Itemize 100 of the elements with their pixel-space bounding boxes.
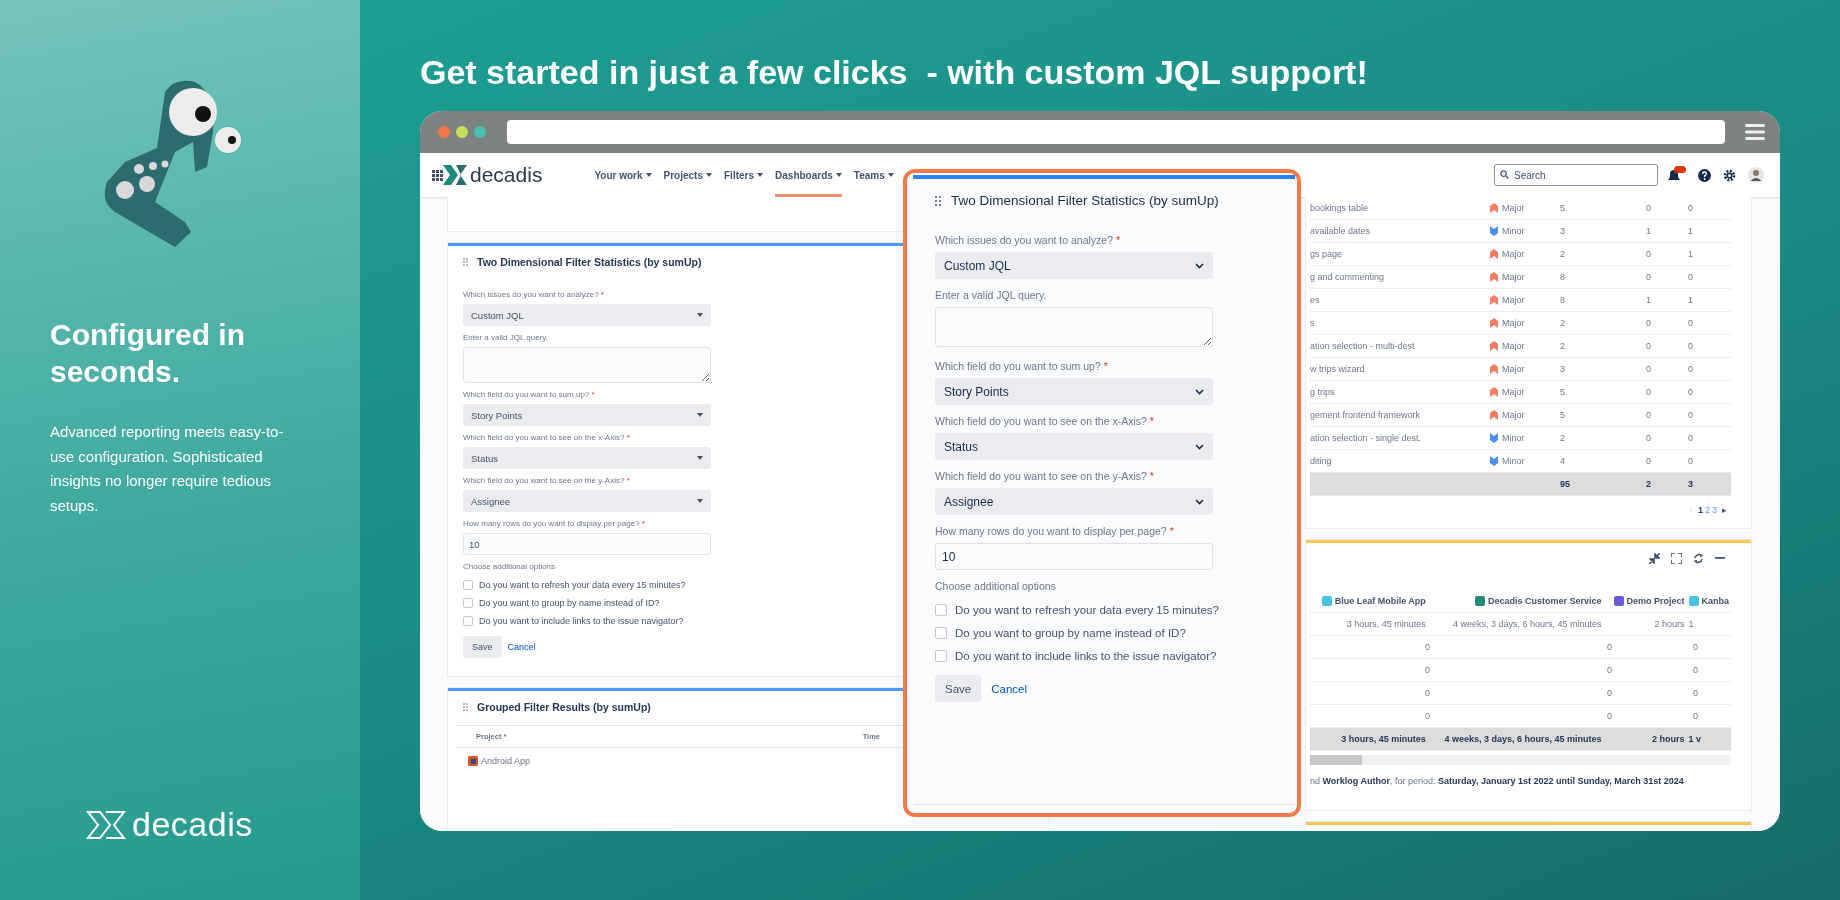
search-icon [1500, 170, 1509, 179]
chevron-down-icon [1195, 388, 1204, 395]
table-cell-text: 0 [1688, 433, 1694, 443]
table-cell-text: 2 [1560, 433, 1566, 443]
search-field[interactable]: Search [1494, 164, 1658, 186]
table-cell-text: 95 [1560, 479, 1571, 489]
caret-icon [697, 413, 703, 417]
cancel-link[interactable]: Cancel [991, 682, 1028, 695]
dropdown[interactable]: Story Points [935, 378, 1213, 405]
checkbox-label: Do you want to group by name instead of ID? [479, 598, 660, 608]
input-field[interactable]: 10 [935, 543, 1213, 570]
table-cell-text: 2 [1560, 318, 1566, 328]
field-label: Which field do you want to see on the x-Axis? * [463, 433, 630, 442]
text-area[interactable] [463, 347, 711, 383]
table-cell: Major [1502, 295, 1525, 305]
checkbox[interactable] [935, 626, 947, 639]
caret-icon [757, 173, 764, 177]
table-cell-text: 1 v [1687, 734, 1703, 744]
save-button[interactable]: Save [935, 675, 982, 702]
column-header[interactable]: Kanba [1701, 596, 1730, 606]
checkbox[interactable] [463, 580, 473, 590]
chevron-down-icon [1195, 443, 1204, 450]
checkbox[interactable] [935, 649, 947, 662]
dropdown[interactable]: Status [935, 433, 1213, 460]
app-grid-icon[interactable] [432, 169, 443, 181]
checkbox-label: Do you want to include links to the issue navigator? [479, 616, 684, 626]
settings-icon[interactable] [1723, 168, 1736, 182]
table-cell-text: 1 [1688, 295, 1694, 305]
checkbox-label: Do you want to include links to the issue navigator? [955, 649, 1217, 662]
priority-down-icon [1490, 456, 1498, 466]
column-header[interactable]: Blue Leaf Mobile App [1334, 596, 1426, 606]
dropdown[interactable]: Assignee [463, 490, 711, 512]
table-cell-text: 4 [1560, 456, 1566, 466]
save-button[interactable]: Save [463, 636, 502, 658]
dropdown[interactable]: Custom JQL [935, 252, 1213, 279]
caret-icon [887, 173, 894, 177]
priority-up-icon [1490, 249, 1498, 259]
shrink-icon[interactable] [1649, 553, 1660, 564]
logo-icon [86, 809, 126, 840]
table-cell-text: 0 [1692, 665, 1698, 675]
table-cell-text: s [1310, 318, 1316, 328]
priority-down-icon [1490, 226, 1498, 236]
chevron-down-icon [1195, 498, 1204, 505]
table-cell-text: g and commenting [1310, 272, 1386, 282]
dropdown[interactable]: Assignee [935, 488, 1213, 515]
table-cell-text: 0 [1424, 711, 1430, 721]
column-header[interactable]: Demo Project [1626, 596, 1685, 606]
table-cell-text: 0 [1646, 387, 1652, 397]
refresh-icon[interactable] [1693, 553, 1704, 564]
minimize-icon[interactable] [1715, 557, 1725, 560]
horizontal-scrollbar[interactable] [1310, 755, 1731, 765]
table-cell-text: 0 [1646, 341, 1652, 351]
table-cell-text: gs page [1310, 249, 1344, 259]
window-controls-icon[interactable] [437, 125, 487, 139]
checkbox[interactable] [463, 598, 473, 608]
field-label: How many rows do you want to display per page? * [463, 519, 645, 528]
table-cell-text: 0 [1646, 203, 1652, 213]
priority-up-icon [1490, 387, 1498, 397]
menu-icon[interactable] [1745, 124, 1765, 140]
nav-menu[interactable]: Your work [594, 153, 652, 197]
table-cell-text: 3 [1688, 479, 1694, 489]
next-page-link[interactable]: ▸ [1722, 505, 1727, 515]
address-bar[interactable] [507, 120, 1725, 144]
column-header[interactable]: Decadis Customer Service [1487, 596, 1602, 606]
input-field[interactable]: 10 [463, 533, 711, 555]
sidebar-text: Advanced reporting meets easy-to-use configuration. Sophisticated insights no longer require tedious setups. [50, 422, 285, 516]
table-cell-text: 0 [1646, 318, 1652, 328]
avatar-icon[interactable] [1748, 167, 1764, 183]
dropdown[interactable]: Custom JQL [463, 304, 711, 326]
drag-handle-icon[interactable] [463, 703, 468, 711]
drag-handle-icon[interactable] [935, 195, 941, 206]
table-cell-text: 2 hours [1651, 734, 1685, 744]
table-cell-text: bookings table [1310, 203, 1370, 213]
drag-handle-icon[interactable] [463, 258, 468, 266]
gadget-title: Grouped Filter Results (by sumUp) [477, 701, 651, 713]
table-cell-text: g trips [1310, 387, 1336, 397]
table-cell-text: 8 [1560, 295, 1566, 305]
table-cell-text: 0 [1424, 665, 1430, 675]
dropdown[interactable]: Status [463, 447, 711, 469]
page-link[interactable]: 1 [1697, 505, 1703, 515]
table-cell-text: w trips wizard [1310, 364, 1366, 374]
checkbox[interactable] [463, 616, 473, 626]
table-cell: Minor [1502, 433, 1525, 443]
checkbox[interactable] [935, 603, 947, 616]
field-label: Which field do you want to sum up? * [463, 390, 595, 399]
gadget-title: Two Dimensional Filter Statistics (by sumUp) [477, 256, 702, 268]
text-area[interactable] [935, 307, 1213, 347]
priority-up-icon [1490, 272, 1498, 282]
help-icon[interactable] [1698, 168, 1711, 182]
nav-menu[interactable]: Teams [853, 153, 894, 197]
nav-menu[interactable]: Projects [663, 153, 712, 197]
cancel-link[interactable]: Cancel [507, 642, 536, 652]
field-label: Which issues do you want to analyze? * [463, 290, 604, 299]
checkbox-label: Do you want to refresh your data every 15 minutes? [479, 580, 686, 590]
nav-menu[interactable]: Filters [724, 153, 764, 197]
dropdown[interactable]: Story Points [463, 404, 711, 426]
caret-icon [697, 499, 703, 503]
fullscreen-icon[interactable] [1671, 553, 1682, 564]
table-cell-text: 0 [1688, 318, 1694, 328]
scrollbar-thumb[interactable] [1310, 755, 1362, 765]
